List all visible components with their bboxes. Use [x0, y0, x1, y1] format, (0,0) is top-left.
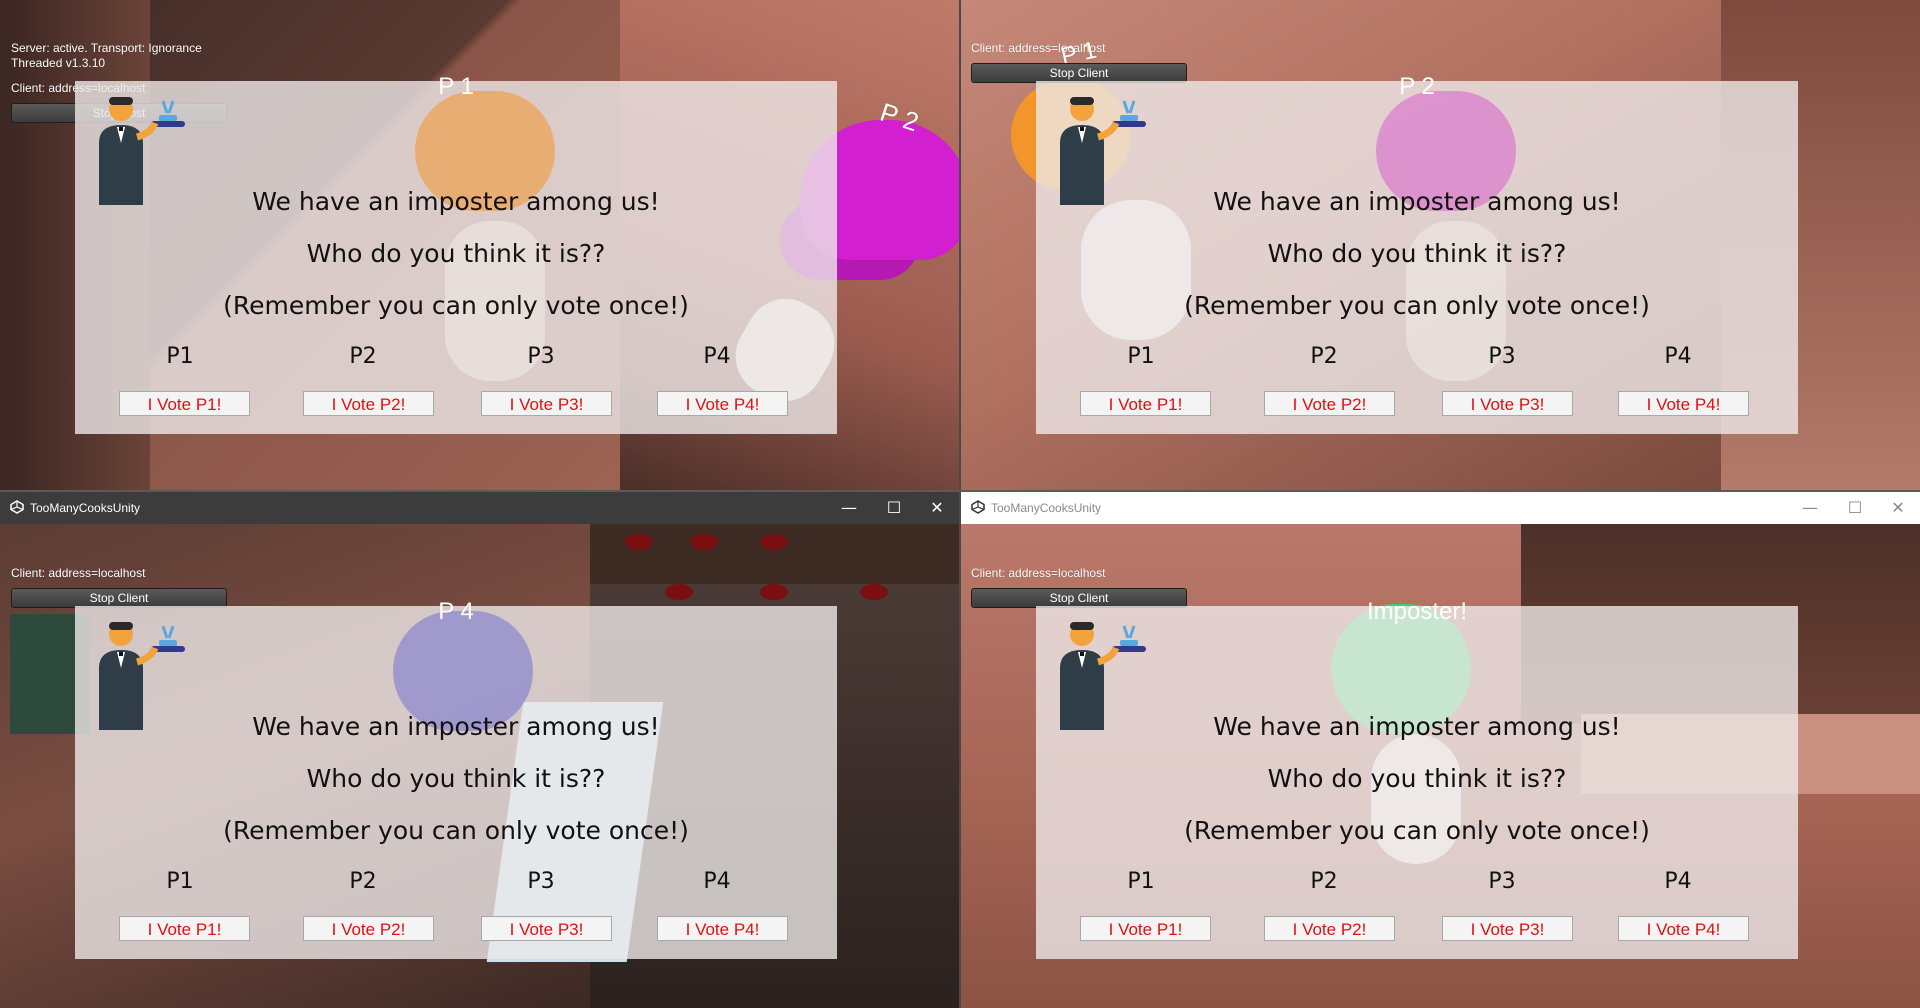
player-label-p4: P4 — [1664, 344, 1692, 369]
vote-message-line1: We have an imposter among us! — [252, 187, 660, 216]
vote-message-line3: (Remember you can only vote once!) — [1184, 291, 1650, 320]
vote-panel: P 4 We have an imposter among us! Who do… — [75, 598, 837, 959]
player-label-p1: P1 — [166, 869, 194, 894]
vote-p1-button[interactable]: I Vote P1! — [119, 916, 250, 941]
client-status: Client: address=localhost — [971, 41, 1106, 55]
vote-message-line3: (Remember you can only vote once!) — [223, 816, 689, 845]
vote-message-line3: (Remember you can only vote once!) — [223, 291, 689, 320]
vote-message-line2: Who do you think it is?? — [1267, 764, 1567, 793]
window-title: TooManyCooksUnity — [30, 501, 141, 515]
maximize-button[interactable]: ☐ — [874, 496, 914, 520]
game-view-host: P 2 Server: active. Transport: Ignorance… — [0, 0, 959, 492]
window-title: TooManyCooksUnity — [991, 501, 1102, 515]
vote-p1-button[interactable]: I Vote P1! — [119, 391, 250, 416]
server-version-line: Threaded v1.3.10 — [11, 56, 106, 70]
vote-message-line1: We have an imposter among us! — [1213, 712, 1621, 741]
vote-message-line2: Who do you think it is?? — [1267, 239, 1567, 268]
close-button[interactable]: ✕ — [917, 496, 957, 520]
vote-p4-button[interactable]: I Vote P4! — [1618, 916, 1749, 941]
player-label-p4: P4 — [703, 344, 731, 369]
vote-p4-button[interactable]: I Vote P4! — [1618, 391, 1749, 416]
minimize-button[interactable]: — — [1790, 496, 1830, 520]
game-window-client-3: TooManyCooksUnity — ☐ ✕ Client: address=… — [961, 492, 1920, 1008]
player-label-p3: P3 — [1488, 344, 1516, 369]
player-label-p2: P2 — [1310, 344, 1338, 369]
vote-p3-button[interactable]: I Vote P3! — [1442, 391, 1573, 416]
vote-p2-button[interactable]: I Vote P2! — [1264, 916, 1395, 941]
vote-message-line3: (Remember you can only vote once!) — [1184, 816, 1650, 845]
player-label-p3: P3 — [1488, 869, 1516, 894]
player-label-p2: P2 — [1310, 869, 1338, 894]
server-status: Server: active. Transport: Ignorance Thr… — [11, 41, 202, 71]
client-status: Client: address=localhost — [11, 566, 146, 580]
vote-p1-button[interactable]: I Vote P1! — [1080, 916, 1211, 941]
vote-message-line2: Who do you think it is?? — [306, 764, 606, 793]
server-status-line: Server: active. Transport: Ignorance — [11, 41, 202, 55]
vote-p2-button[interactable]: I Vote P2! — [303, 916, 434, 941]
vote-p3-button[interactable]: I Vote P3! — [481, 916, 612, 941]
vote-p2-button[interactable]: I Vote P2! — [303, 391, 434, 416]
vote-p3-button[interactable]: I Vote P3! — [481, 391, 612, 416]
player-floating-label: P 2 — [876, 96, 923, 138]
vote-p1-button[interactable]: I Vote P1! — [1080, 391, 1211, 416]
window-divider — [959, 0, 961, 1008]
vote-message-line1: We have an imposter among us! — [252, 712, 660, 741]
vote-p3-button[interactable]: I Vote P3! — [1442, 916, 1573, 941]
window-divider — [0, 490, 1920, 492]
player-label-p4: P4 — [1664, 869, 1692, 894]
player-label-p1: P1 — [166, 344, 194, 369]
client-status: Client: address=localhost — [971, 566, 1106, 580]
vote-p4-button[interactable]: I Vote P4! — [657, 391, 788, 416]
vote-panel: Imposter! We have an imposter among us! … — [1036, 598, 1798, 959]
player-label-p3: P3 — [527, 344, 555, 369]
maximize-button[interactable]: ☐ — [1835, 496, 1875, 520]
unity-icon — [971, 500, 985, 514]
vote-p2-button[interactable]: I Vote P2! — [1264, 391, 1395, 416]
window-title-bar[interactable]: TooManyCooksUnity — ☐ ✕ — [0, 492, 959, 524]
player-label-p2: P2 — [349, 869, 377, 894]
player-label-p1: P1 — [1127, 869, 1155, 894]
player-label-p2: P2 — [349, 344, 377, 369]
player-label-p1: P1 — [1127, 344, 1155, 369]
minimize-button[interactable]: — — [829, 496, 869, 520]
player-label-p4: P4 — [703, 869, 731, 894]
vote-p4-button[interactable]: I Vote P4! — [657, 916, 788, 941]
window-title-bar[interactable]: TooManyCooksUnity — ☐ ✕ — [961, 492, 1920, 524]
vote-panel: P 1 We have an imposter among us! Who do… — [75, 73, 837, 434]
vote-message-line2: Who do you think it is?? — [306, 239, 606, 268]
game-window-client-4: TooManyCooksUnity — ☐ ✕ Client: address=… — [0, 492, 959, 1008]
player-label-p3: P3 — [527, 869, 555, 894]
close-button[interactable]: ✕ — [1878, 496, 1918, 520]
game-view-client-2: P 1 Client: address=localhost Stop Clien… — [961, 0, 1920, 492]
vote-panel: P 2 We have an imposter among us! Who do… — [1036, 73, 1798, 434]
unity-icon — [10, 500, 24, 514]
vote-message-line1: We have an imposter among us! — [1213, 187, 1621, 216]
